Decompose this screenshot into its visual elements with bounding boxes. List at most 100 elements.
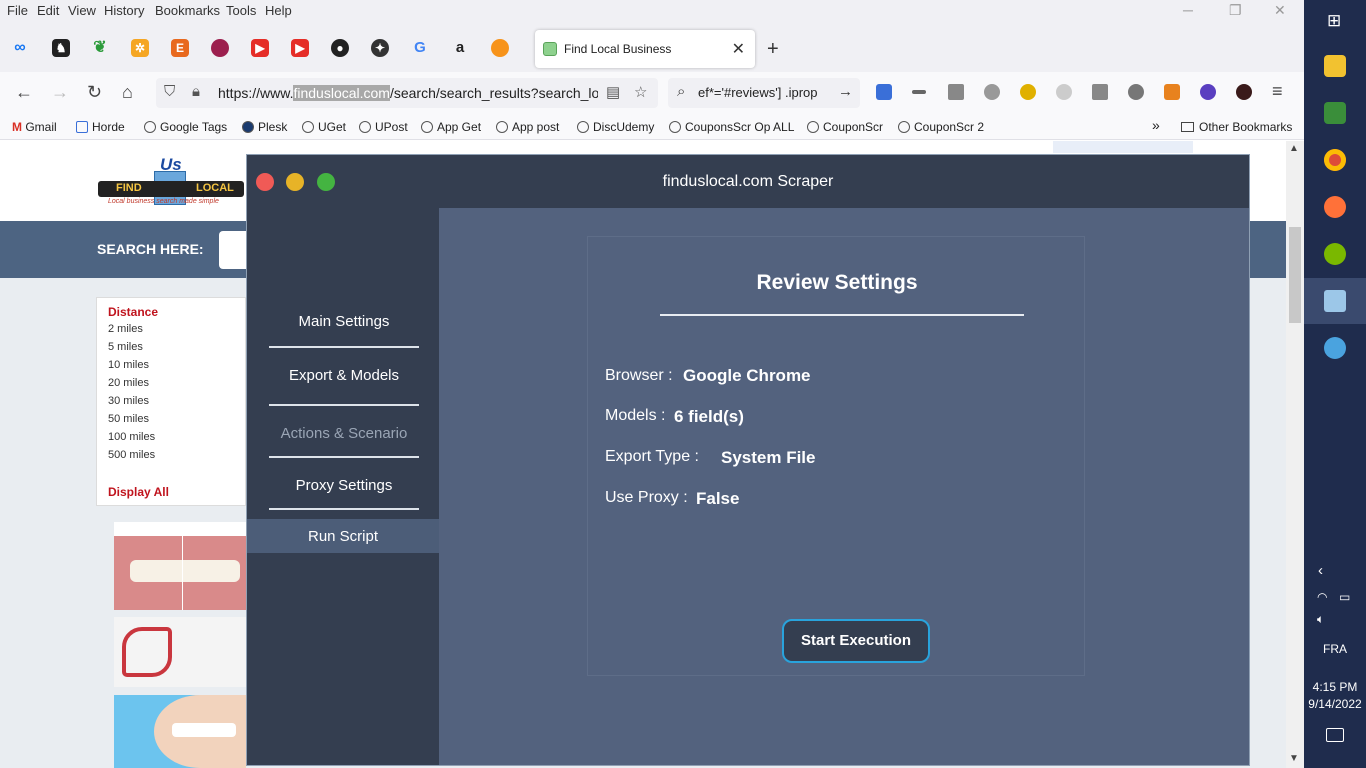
chrome-icon[interactable] xyxy=(1324,149,1346,171)
filter-option[interactable]: 500 miles xyxy=(108,449,155,461)
file-explorer-icon[interactable] xyxy=(1324,55,1346,77)
bookmark-app-get[interactable]: App Get xyxy=(421,120,481,134)
reader-view-icon[interactable]: ▤ xyxy=(606,83,620,101)
other-bookmarks[interactable]: Other Bookmarks xyxy=(1181,120,1292,134)
filter-option[interactable]: 30 miles xyxy=(108,395,149,407)
sync-icon[interactable] xyxy=(984,84,1000,100)
close-window-icon[interactable]: ✕ xyxy=(1274,2,1286,19)
site-logo[interactable]: Us FIND LOCAL Local business search made… xyxy=(98,155,244,207)
chameleon-icon[interactable] xyxy=(1324,243,1346,265)
bookmark-couponscr-2[interactable]: CouponScr 2 xyxy=(898,120,984,134)
purple-ext-icon[interactable] xyxy=(1200,84,1216,100)
bookmark-star-icon[interactable]: ☆ xyxy=(634,83,647,101)
taskbar-active-app[interactable] xyxy=(1304,278,1366,324)
bookmark-discudemy[interactable]: DiscUdemy xyxy=(577,120,654,134)
nav-actions-scenario[interactable]: Actions & Scenario xyxy=(269,425,419,442)
screenshot-icon[interactable] xyxy=(948,84,964,100)
url-bar[interactable]: ⛉ 🔒︎ https://www.finduslocal.com/search/… xyxy=(156,78,658,108)
metamask-icon[interactable] xyxy=(1164,84,1180,100)
puzzle-icon[interactable]: ✲ xyxy=(131,39,149,57)
new-tab-icon[interactable]: + xyxy=(767,38,779,61)
restore-window-icon[interactable]: ❐ xyxy=(1229,2,1242,19)
display-all-link[interactable]: Display All xyxy=(108,485,169,499)
account-avatar-icon[interactable] xyxy=(1236,84,1252,100)
filter-option[interactable]: 2 miles xyxy=(108,323,143,335)
language-indicator[interactable]: FRA xyxy=(1304,642,1366,656)
menu-history[interactable]: History xyxy=(104,3,144,18)
youtube-studio-icon[interactable]: ▶ xyxy=(291,39,309,57)
filter-option[interactable]: 50 miles xyxy=(108,413,149,425)
filter-option[interactable]: 5 miles xyxy=(108,341,143,353)
menu-bookmarks[interactable]: Bookmarks xyxy=(155,3,220,18)
orange-app-icon[interactable] xyxy=(491,39,509,57)
page-scrollbar[interactable]: ▲ ▼ xyxy=(1286,141,1304,768)
chevron-left-icon[interactable]: ‹ xyxy=(1318,562,1323,579)
shield-icon[interactable]: ⛉ xyxy=(164,83,175,100)
leaf-icon[interactable]: ❦ xyxy=(91,39,109,57)
go-arrow-icon[interactable]: → xyxy=(838,83,853,100)
drop-icon[interactable] xyxy=(1056,84,1072,100)
back-icon[interactable]: ← xyxy=(15,82,33,103)
notifications-icon[interactable] xyxy=(1326,728,1344,742)
nav-main-settings[interactable]: Main Settings xyxy=(269,313,419,330)
home-icon[interactable]: ⌂ xyxy=(122,82,133,103)
listing-image[interactable] xyxy=(114,695,246,768)
search-bar[interactable]: ⌕ ef*='#reviews'] .iprop → xyxy=(668,78,860,108)
filter-option[interactable]: 100 miles xyxy=(108,431,155,443)
github-icon[interactable]: ● xyxy=(331,39,349,57)
clock-time[interactable]: 4:15 PM xyxy=(1304,680,1366,694)
volume-icon[interactable]: 🔈︎ xyxy=(1317,612,1324,627)
scrollbar-thumb[interactable] xyxy=(1289,227,1301,323)
forward-icon[interactable]: → xyxy=(51,82,69,103)
youtube-icon[interactable]: ▶ xyxy=(251,39,269,57)
google-icon[interactable]: G xyxy=(411,39,429,57)
windows-start-icon[interactable]: ⊞ xyxy=(1327,11,1341,31)
bookmark-plesk[interactable]: Plesk xyxy=(242,120,287,134)
nav-proxy-settings[interactable]: Proxy Settings xyxy=(269,477,419,494)
nav-run-script[interactable]: Run Script xyxy=(247,519,439,553)
puzzle-ext-icon[interactable] xyxy=(1092,84,1108,100)
battery-icon[interactable]: ▭ xyxy=(1339,590,1350,604)
extension-icon[interactable] xyxy=(876,84,892,100)
pinned-tab-icon[interactable]: ♞ xyxy=(52,39,70,57)
menu-edit[interactable]: Edit xyxy=(37,3,59,18)
search-text[interactable]: ef*='#reviews'] .iprop xyxy=(698,85,818,100)
listing-image[interactable] xyxy=(114,617,246,687)
site-search-input[interactable] xyxy=(219,231,249,269)
bookmark-couponsscr-op-all[interactable]: CouponsScr Op ALL xyxy=(669,120,794,134)
nav-export-models[interactable]: Export & Models xyxy=(269,367,419,384)
bookmark-google-tags[interactable]: Google Tags xyxy=(144,120,227,134)
filter-option[interactable]: 10 miles xyxy=(108,359,149,371)
firefox-icon[interactable] xyxy=(1324,196,1346,218)
bookmark-couponscr[interactable]: CouponScr xyxy=(807,120,883,134)
bookmarks-overflow-icon[interactable]: » xyxy=(1152,117,1160,133)
url-text[interactable]: https://www.finduslocal.com/search/searc… xyxy=(218,85,598,101)
listing-image[interactable] xyxy=(114,522,246,610)
bookmark-uget[interactable]: UGet xyxy=(302,120,346,134)
tab-find-local-business[interactable]: Find Local Business ✕ xyxy=(535,30,755,68)
minimize-window-icon[interactable]: ─ xyxy=(1183,2,1193,18)
menu-tools[interactable]: Tools xyxy=(226,3,256,18)
extension-50-icon[interactable] xyxy=(1020,84,1036,100)
etsy-icon[interactable]: E xyxy=(171,39,189,57)
menu-view[interactable]: View xyxy=(68,3,96,18)
gear-ext-icon[interactable] xyxy=(1128,84,1144,100)
hamburger-menu-icon[interactable]: ≡ xyxy=(1272,81,1283,102)
meta-icon[interactable]: ∞ xyxy=(11,39,29,57)
scroll-up-icon[interactable]: ▲ xyxy=(1289,143,1299,154)
filter-option[interactable]: 20 miles xyxy=(108,377,149,389)
bookmark-horde[interactable]: Horde xyxy=(76,120,125,134)
reload-icon[interactable]: ↻ xyxy=(87,82,102,103)
bookmark-upost[interactable]: UPost xyxy=(359,120,408,134)
paint-icon[interactable] xyxy=(1324,337,1346,359)
circle-app-icon[interactable] xyxy=(211,39,229,57)
notepad-icon[interactable] xyxy=(1324,102,1346,124)
wifi-icon[interactable]: ◠ xyxy=(1317,590,1327,604)
start-execution-button[interactable]: Start Execution xyxy=(782,619,930,663)
bookmark-app-post[interactable]: App post xyxy=(496,120,559,134)
openai-icon[interactable]: ✦ xyxy=(371,39,389,57)
close-tab-icon[interactable]: ✕ xyxy=(732,39,745,59)
scroll-down-icon[interactable]: ▼ xyxy=(1289,753,1299,764)
menu-help[interactable]: Help xyxy=(265,3,292,18)
bookmark-gmail[interactable]: M Gmail xyxy=(12,120,57,134)
